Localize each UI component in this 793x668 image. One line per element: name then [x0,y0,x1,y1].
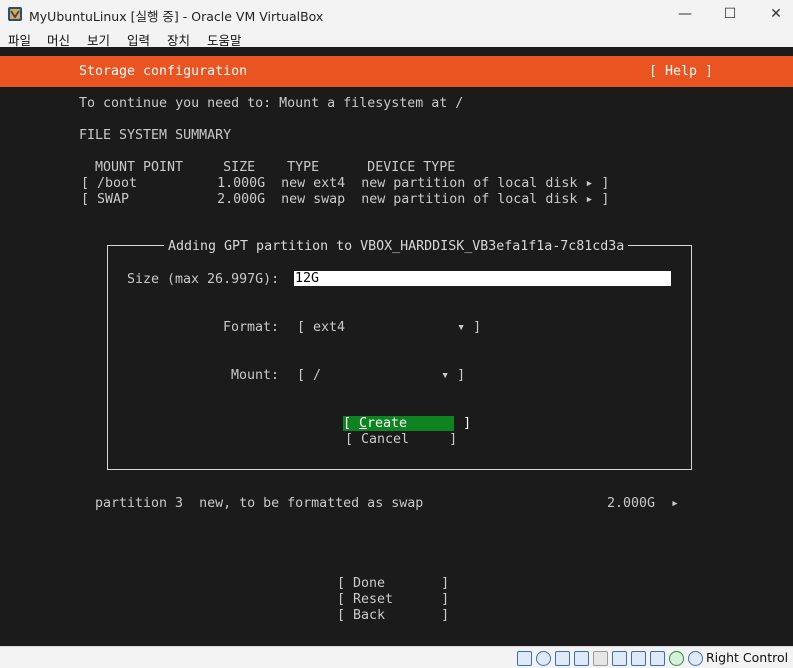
mount-label: Mount: [231,368,280,383]
status-bar: Right Control [0,646,793,668]
format-select[interactable]: [ ext4 ▾ ] [297,320,481,336]
recording-icon[interactable] [631,651,646,666]
maximize-button[interactable]: ☐ [707,0,753,28]
summary-columns: MOUNT POINT SIZE TYPE DEVICE TYPE [95,160,456,175]
close-button[interactable]: ✕ [753,0,793,28]
usb-icon[interactable] [574,651,589,666]
audio-icon[interactable] [555,651,570,666]
host-key-label: Right Control [706,650,789,665]
minimize-icon: — [678,6,692,22]
summary-row-swap[interactable]: [ SWAP 2.000G new swap new partition of … [81,192,609,208]
optical-icon[interactable] [536,651,551,666]
reset-button[interactable]: [ Reset ] [337,592,449,608]
back-button[interactable]: [ Back ] [337,608,449,624]
create-button[interactable]: [ Create ] [343,416,471,431]
maximize-icon: ☐ [723,6,737,22]
menu-bar: 파일 머신 보기 입력 장치 도움말 [0,28,793,48]
size-input[interactable]: 12G [294,271,671,286]
summary-row-boot[interactable]: [ /boot 1.000G new ext4 new partition of… [81,176,609,192]
title-bar: MyUbuntuLinux [실행 중] - Oracle VM Virtual… [0,0,793,28]
done-button[interactable]: [ Done ] [337,576,449,592]
capture-icon[interactable] [669,651,684,666]
vm-screen[interactable]: Storage configuration [ Help ] To contin… [0,47,793,646]
partition-line[interactable]: partition 3 new, to be formatted as swap [95,496,423,512]
help-button[interactable]: [ Help ] [649,64,713,80]
summary-heading: FILE SYSTEM SUMMARY [79,128,232,143]
partition-arrow-icon[interactable]: ▸ [671,496,679,512]
partition-size: 2.000G [607,496,656,511]
display-icon[interactable] [612,651,627,666]
dialog-title: Adding GPT partition to VBOX_HARDDISK_VB… [164,239,629,255]
format-label: Format: [223,320,280,335]
close-icon: ✕ [770,6,782,22]
page-title: Storage configuration [79,64,248,79]
virtualbox-app-icon [8,7,22,21]
hdd-icon[interactable] [517,651,532,666]
storage-header: Storage configuration [ Help ] [0,56,793,87]
download-icon[interactable] [688,651,703,666]
minimize-button[interactable]: — [662,0,708,28]
mount-notice: To continue you need to: Mount a filesys… [79,96,464,111]
window-title: MyUbuntuLinux [실행 중] - Oracle VM Virtual… [29,9,324,24]
shared-folder-icon[interactable] [593,651,608,666]
size-label: Size (max 26.997G): [127,272,280,287]
cancel-button[interactable]: [ Cancel ] [345,432,457,448]
mount-select[interactable]: [ / ▾ ] [297,368,465,384]
network-icon[interactable] [650,651,665,666]
